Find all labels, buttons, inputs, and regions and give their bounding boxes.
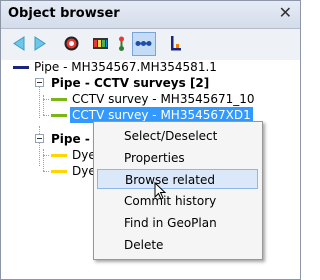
tree-group-label: Pipe - CCTV surveys [2] — [51, 76, 210, 90]
survey-swatch-icon — [51, 114, 67, 117]
mouse-cursor-icon — [154, 182, 167, 200]
grid-icon[interactable] — [90, 33, 111, 54]
menu-item-browse-related[interactable]: Browse related — [97, 169, 258, 189]
context-menu: Select/Deselect Properties Browse relate… — [93, 121, 263, 260]
menu-item-commit-history[interactable]: Commit history — [124, 191, 216, 211]
menu-item-select-deselect[interactable]: Select/Deselect — [124, 126, 217, 146]
menu-item-delete[interactable]: Delete — [124, 235, 163, 255]
tree-item-root[interactable]: Pipe - MH354567.MH354581.1 — [1, 59, 300, 75]
dye-swatch-icon — [51, 170, 67, 173]
link-icon[interactable] — [111, 33, 132, 54]
tree-group-cctv[interactable]: Pipe - CCTV surveys [2] — [1, 75, 300, 91]
chart-icon[interactable] — [165, 33, 186, 54]
toolbar — [1, 29, 300, 60]
window-title: Object browser — [8, 6, 120, 21]
menu-item-properties[interactable]: Properties — [124, 148, 185, 168]
survey-swatch-icon — [51, 98, 67, 101]
tree-item-cctv-1[interactable]: CCTV survey - MH3545671_10 — [1, 91, 300, 107]
forward-arrow-icon[interactable] — [30, 33, 51, 54]
back-arrow-icon[interactable] — [9, 33, 30, 54]
target-icon[interactable] — [61, 33, 82, 54]
collapse-icon[interactable] — [35, 78, 44, 87]
pipe-swatch-icon — [13, 66, 29, 69]
collapse-icon[interactable] — [35, 134, 44, 143]
title-bar: Object browser ✕ — [1, 1, 300, 29]
dye-swatch-icon — [51, 154, 67, 157]
connect-icon[interactable] — [132, 32, 156, 56]
close-icon[interactable]: ✕ — [279, 4, 292, 22]
menu-item-find-in-geoplan[interactable]: Find in GeoPlan — [124, 213, 217, 233]
tree-item-label: CCTV survey - MH3545671_10 — [72, 92, 255, 106]
tree-item-label: Pipe - MH354567.MH354581.1 — [34, 60, 217, 74]
